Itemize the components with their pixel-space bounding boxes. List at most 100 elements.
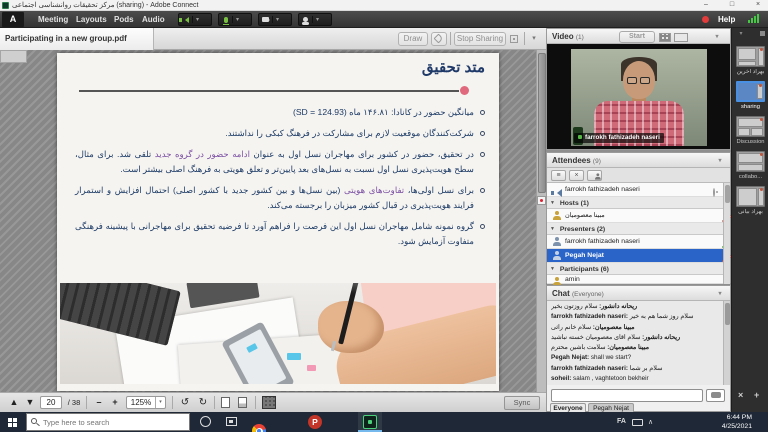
layouts-bar-menu-icon[interactable]: ▾ xyxy=(734,30,748,39)
zoom-dropdown-icon[interactable]: ▾ xyxy=(155,397,165,408)
rotate-left-icon[interactable]: ↺ xyxy=(178,396,192,409)
layout-item-collaboration[interactable] xyxy=(736,151,765,172)
slide-bullets: میانگین حضور در کانادا: ۱۴۶.۸۱ ماه (SD =… xyxy=(75,105,485,255)
rotate-right-icon[interactable]: ↻ xyxy=(196,396,210,409)
cortana-icon[interactable] xyxy=(200,416,211,427)
grid-view-icon[interactable] xyxy=(659,33,671,42)
pen-tool-button[interactable] xyxy=(431,32,447,46)
menu-layouts[interactable]: Layouts xyxy=(72,11,111,28)
status-dropdown[interactable]: ▾ xyxy=(312,16,322,23)
clock[interactable]: 6:44 PM 4/25/2021 xyxy=(720,414,752,431)
slide-photo xyxy=(60,283,496,384)
hosts-section-header[interactable]: ▼ Hosts (1) xyxy=(547,197,723,209)
active-speaker-row[interactable]: farrokh fathizadeh naseri xyxy=(547,183,723,197)
chat-send-button[interactable] xyxy=(706,389,725,402)
show-hidden-icons[interactable]: ∧ xyxy=(648,418,653,426)
layout-item-1[interactable] xyxy=(736,46,765,67)
zoom-in-icon[interactable]: + xyxy=(108,396,122,409)
list-view-button[interactable]: ≡ xyxy=(551,170,566,181)
draw-button[interactable]: Draw xyxy=(398,32,428,46)
chat-input[interactable] xyxy=(551,389,703,402)
stop-sharing-button[interactable]: Stop Sharing xyxy=(454,32,506,46)
time: 6:44 PM xyxy=(720,414,752,423)
slide-vertical-scrollbar[interactable] xyxy=(536,50,546,392)
chrome-icon[interactable] xyxy=(252,424,266,432)
connection-status-icon[interactable] xyxy=(748,14,760,23)
presentation-viewport: متد تحقیق میانگین حضور در کانادا: ۱۴۶.۸۱… xyxy=(0,50,546,392)
video-pod-menu-icon[interactable]: ▾ xyxy=(710,33,724,42)
layout-item-discussion[interactable] xyxy=(736,116,765,137)
status-view-button[interactable] xyxy=(587,170,602,181)
fit-page-icon[interactable] xyxy=(221,397,230,408)
adobe-connect-taskbar-item[interactable] xyxy=(358,412,382,432)
filmstrip-view-icon[interactable] xyxy=(674,33,688,42)
attendee-row-participant[interactable]: amin xyxy=(547,275,723,284)
chat-pod-menu-icon[interactable]: ▾ xyxy=(713,290,727,299)
thumbnails-icon[interactable] xyxy=(262,396,276,409)
fullscreen-icon[interactable] xyxy=(510,35,518,43)
settings-gear-icon[interactable] xyxy=(713,188,715,197)
window-title: مرکز تحقیقات روانشناسی اجتماعی (sharing)… xyxy=(12,0,199,11)
zoom-out-icon[interactable]: – xyxy=(92,396,106,409)
zoom-level-value: 125% xyxy=(131,398,151,407)
chat-scrollbar[interactable] xyxy=(723,301,730,385)
webcam-dropdown[interactable]: ▾ xyxy=(272,16,282,23)
delete-layout-icon[interactable]: × xyxy=(738,390,743,400)
presenter-avatar xyxy=(552,237,561,246)
task-view-icon[interactable] xyxy=(226,417,237,426)
minimize-button[interactable]: – xyxy=(698,0,714,11)
menu-audio[interactable]: Audio xyxy=(138,11,169,28)
add-layout-icon[interactable]: + xyxy=(754,390,759,400)
menu-meeting[interactable]: Meeting xyxy=(34,11,72,28)
scrollbar-thumb[interactable] xyxy=(538,53,546,193)
video-name-overlay: farrokh fathizadeh naseri xyxy=(574,133,664,143)
page-number-input[interactable] xyxy=(40,396,62,409)
chat-pod-title: Chat xyxy=(552,289,570,298)
scrollbar-thumb[interactable] xyxy=(725,303,730,325)
attendee-row-host[interactable]: مبینا معصومیان xyxy=(547,209,723,223)
attendees-pod-menu-icon[interactable]: ▾ xyxy=(713,157,727,166)
collapse-triangle-icon[interactable]: ▼ xyxy=(550,263,555,275)
attendees-count: (9) xyxy=(593,158,601,165)
start-button[interactable] xyxy=(8,418,17,427)
zoom-level-select[interactable]: 125% ▾ xyxy=(126,396,166,409)
menu-pods[interactable]: Pods xyxy=(110,11,138,28)
close-button[interactable]: × xyxy=(750,0,766,11)
sync-button[interactable]: Sync xyxy=(504,396,540,410)
photo-detail xyxy=(307,365,316,371)
help-menu[interactable]: Help xyxy=(718,11,735,28)
start-webcam-button[interactable]: Start xyxy=(619,31,655,43)
page-down-icon[interactable]: ▼ xyxy=(24,396,36,409)
collapse-triangle-icon[interactable]: ▼ xyxy=(550,197,555,209)
attendees-scrollbar[interactable] xyxy=(723,183,730,284)
collapse-triangle-icon[interactable]: ▼ xyxy=(550,223,555,235)
language-indicator[interactable]: FA xyxy=(617,418,626,425)
speaker-button[interactable]: ▾ xyxy=(178,13,212,26)
maximize-button[interactable]: □ xyxy=(724,0,740,11)
webcam-button[interactable]: ▾ xyxy=(258,13,292,26)
share-pod-menu-icon[interactable]: ▾ xyxy=(527,34,541,44)
chat-message: مبینا معصومیان: سلام خانم راثی xyxy=(551,324,724,332)
p-app-icon[interactable]: P xyxy=(308,415,322,429)
page-up-icon[interactable]: ▲ xyxy=(8,396,20,409)
attendee-row-presenter-selected[interactable]: Pegah Nejat xyxy=(547,249,723,263)
presenters-section-header[interactable]: ▼ Presenters (2) xyxy=(547,223,723,235)
microphone-dropdown[interactable]: ▾ xyxy=(232,16,242,23)
participants-section-header[interactable]: ▼ Participants (6) xyxy=(547,263,723,275)
layout-item-5[interactable] xyxy=(736,186,765,207)
status-button[interactable]: ▾ xyxy=(298,13,332,26)
layout-item-sharing-selected[interactable] xyxy=(736,81,765,102)
taskbar-search-input[interactable] xyxy=(26,413,190,431)
shared-document-tab[interactable]: Participating in a new group.pdf xyxy=(0,28,154,50)
attendee-row-presenter[interactable]: farrokh fathizadeh naseri xyxy=(547,235,723,249)
scrollbar-thumb[interactable] xyxy=(725,185,730,203)
layouts-bar-pin-icon[interactable] xyxy=(760,31,765,36)
microphone-button[interactable]: ▾ xyxy=(218,13,252,26)
presenter-avatar xyxy=(552,251,561,260)
fit-width-icon[interactable] xyxy=(238,397,247,408)
breakout-view-button[interactable]: × xyxy=(569,170,584,181)
speaker-dropdown[interactable]: ▾ xyxy=(192,16,202,23)
touch-keyboard-icon[interactable] xyxy=(632,419,643,426)
video-count: (1) xyxy=(576,34,584,41)
webcam-icon xyxy=(259,14,272,25)
